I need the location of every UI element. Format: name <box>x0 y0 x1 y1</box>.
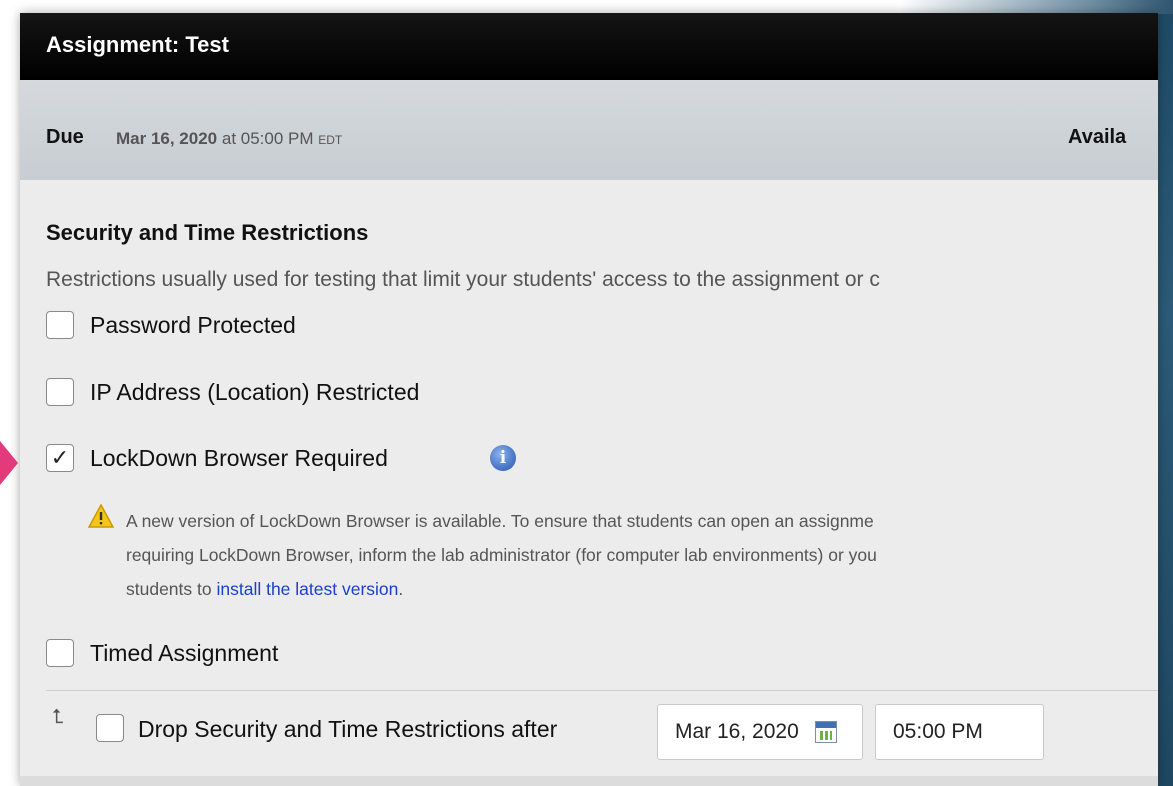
option-label: IP Address (Location) Restricted <box>90 379 420 405</box>
available-label: Availa <box>1068 126 1127 148</box>
warning-line-1: A new version of LockDown Browser is ava… <box>126 511 874 531</box>
section-description: Restrictions usually used for testing th… <box>46 268 880 291</box>
drop-restrictions-label: Drop Security and Time Restrictions afte… <box>138 716 558 742</box>
password-protected-checkbox[interactable] <box>46 311 74 339</box>
return-arrow-icon: ⮤ <box>52 706 64 728</box>
background-top-right <box>900 0 1173 14</box>
due-bar: Due Mar 16, 2020 at 05:00 PM EDT Availa <box>20 80 1158 180</box>
calendar-icon[interactable] <box>815 721 837 743</box>
warning-line-2: requiring LockDown Browser, inform the l… <box>126 545 877 565</box>
option-label: Password Protected <box>90 312 296 338</box>
drop-date-value: Mar 16, 2020 <box>675 720 799 743</box>
option-label: LockDown Browser Required <box>90 445 388 471</box>
drop-restrictions-checkbox[interactable] <box>96 714 124 742</box>
highlight-pointer-arrow <box>0 441 18 485</box>
section-title: Security and Time Restrictions <box>46 220 369 245</box>
drop-date-field[interactable]: Mar 16, 2020 <box>657 704 863 760</box>
lockdown-browser-checkbox[interactable]: ✓ <box>46 444 74 472</box>
warning-line-3-suffix: . <box>398 579 404 599</box>
due-date: Mar 16, 2020 at 05:00 PM EDT <box>116 129 342 149</box>
title-bar: Assignment: Test <box>20 13 1158 80</box>
warning-text: A new version of LockDown Browser is ava… <box>126 504 1156 606</box>
due-label: Due <box>46 126 84 148</box>
option-label: Timed Assignment <box>90 640 279 666</box>
window-title: Assignment: Test <box>46 32 229 57</box>
assignment-panel: Assignment: Test Due Mar 16, 2020 at 05:… <box>20 13 1158 786</box>
divider <box>46 690 1158 691</box>
due-timezone: EDT <box>318 133 343 147</box>
drop-time-value: 05:00 PM <box>893 720 983 743</box>
info-icon[interactable]: i <box>490 445 516 471</box>
warning-line-3-prefix: students to <box>126 579 217 599</box>
timed-assignment-checkbox[interactable] <box>46 639 74 667</box>
due-date-value: Mar 16, 2020 <box>116 129 218 148</box>
install-latest-version-link[interactable]: install the latest version <box>216 579 398 599</box>
warning-icon <box>88 504 114 528</box>
bottom-strip <box>20 776 1158 786</box>
ip-restricted-checkbox[interactable] <box>46 378 74 406</box>
warning-line-3: students to install the latest version. <box>126 572 1156 606</box>
drop-time-field[interactable]: 05:00 PM <box>875 704 1044 760</box>
due-time: at 05:00 PM <box>217 129 319 148</box>
